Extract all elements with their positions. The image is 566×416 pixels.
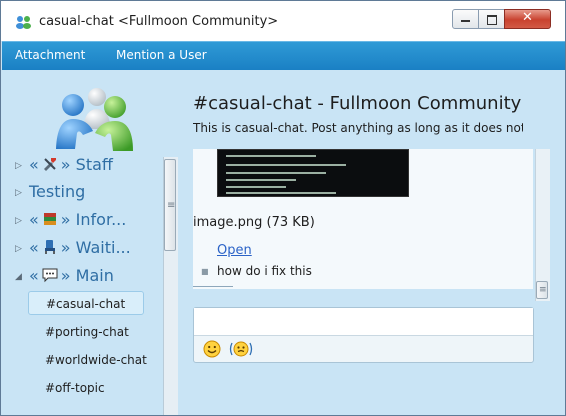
messages-scrollbar[interactable] <box>535 149 550 301</box>
menu-bar: Attachment Mention a User <box>2 41 565 70</box>
message-text: how do i fix this <box>217 264 312 278</box>
open-attachment-link[interactable]: Open <box>217 243 252 258</box>
channel-item-off-topic[interactable]: #off-topic <box>28 376 144 400</box>
mention-user-menu[interactable]: Mention a User <box>116 48 207 62</box>
tree-group-waiting[interactable]: ▷ « » Waiti... <box>15 238 165 262</box>
nudge-icon[interactable] <box>229 340 253 358</box>
attachment-menu[interactable]: Attachment <box>15 48 85 62</box>
window-title: casual-chat <Fullmoon Community> <box>39 14 279 29</box>
expand-arrow-icon[interactable]: ▷ <box>15 244 22 254</box>
channel-label: #worldwide-chat <box>45 353 147 367</box>
channel-item-worldwide-chat[interactable]: #worldwide-chat <box>28 348 147 372</box>
group-prefix: « <box>29 155 39 174</box>
divider <box>193 286 233 287</box>
speech-bubble-icon <box>42 267 58 283</box>
tree-group-testing[interactable]: ▷ Testing <box>15 182 165 206</box>
expand-arrow-icon[interactable]: ▷ <box>15 216 22 226</box>
tools-icon <box>42 156 58 172</box>
group-label: Testing <box>29 182 86 201</box>
group-prefix: « <box>29 266 39 285</box>
channel-item-porting-chat[interactable]: #porting-chat <box>28 320 144 344</box>
group-label: » Infor... <box>60 210 127 229</box>
bullet-icon: ■ <box>201 267 209 276</box>
close-icon: ✕ <box>522 10 533 25</box>
group-prefix: « <box>29 238 39 257</box>
sidebar: ▷ « » Staff ▷ Testing ▷ « » Infor... ▷ « » … <box>15 79 179 415</box>
minimize-button[interactable] <box>452 9 479 29</box>
group-label: » Staff <box>60 155 113 174</box>
attachment-filename: image.png (73 KB) <box>193 215 315 230</box>
title-bar[interactable]: casual-chat <Fullmoon Community> ✕ <box>1 1 565 41</box>
tree-group-main[interactable]: ◢ « » Main <box>15 266 165 290</box>
chat-window: casual-chat <Fullmoon Community> ✕ Attac… <box>0 0 566 416</box>
collapse-arrow-icon[interactable]: ◢ <box>15 272 22 282</box>
channel-label: #off-topic <box>45 381 105 395</box>
attachment-image[interactable] <box>217 149 409 197</box>
expand-arrow-icon[interactable]: ▷ <box>15 161 22 171</box>
channel-label: #porting-chat <box>45 325 129 339</box>
grip-icon: ≡ <box>539 285 547 295</box>
messages-scroll-thumb[interactable]: ≡ <box>536 281 548 299</box>
channel-topic: This is casual-chat. Post anything as lo… <box>193 121 523 135</box>
group-prefix: « <box>29 210 39 229</box>
tree-group-info[interactable]: ▷ « » Infor... <box>15 210 165 234</box>
group-label: » Main <box>60 266 114 285</box>
buddy-logo-icon <box>56 88 133 151</box>
chair-icon <box>42 239 58 255</box>
message-area: image.png (73 KB) Open ■ how do i fix th… <box>193 149 533 289</box>
group-label: » Waiti... <box>60 238 131 257</box>
sidebar-scroll-thumb[interactable]: ≡ <box>164 159 176 251</box>
message-input[interactable] <box>194 308 533 336</box>
channel-item-casual-chat[interactable]: #casual-chat <box>28 291 144 315</box>
messenger-app-icon <box>16 16 31 29</box>
maximize-icon <box>486 15 497 25</box>
channel-title: #casual-chat - Fullmoon Community <box>193 93 522 114</box>
compose-box <box>193 307 534 363</box>
tree-group-staff[interactable]: ▷ « » Staff <box>15 155 165 179</box>
expand-arrow-icon[interactable]: ▷ <box>15 188 22 198</box>
channel-label: #casual-chat <box>46 297 126 311</box>
minimize-icon <box>461 20 470 22</box>
smiley-icon[interactable] <box>203 340 221 358</box>
grip-icon: ≡ <box>167 200 176 211</box>
close-button[interactable]: ✕ <box>504 9 551 29</box>
maximize-button[interactable] <box>478 9 505 29</box>
books-icon <box>42 211 58 227</box>
